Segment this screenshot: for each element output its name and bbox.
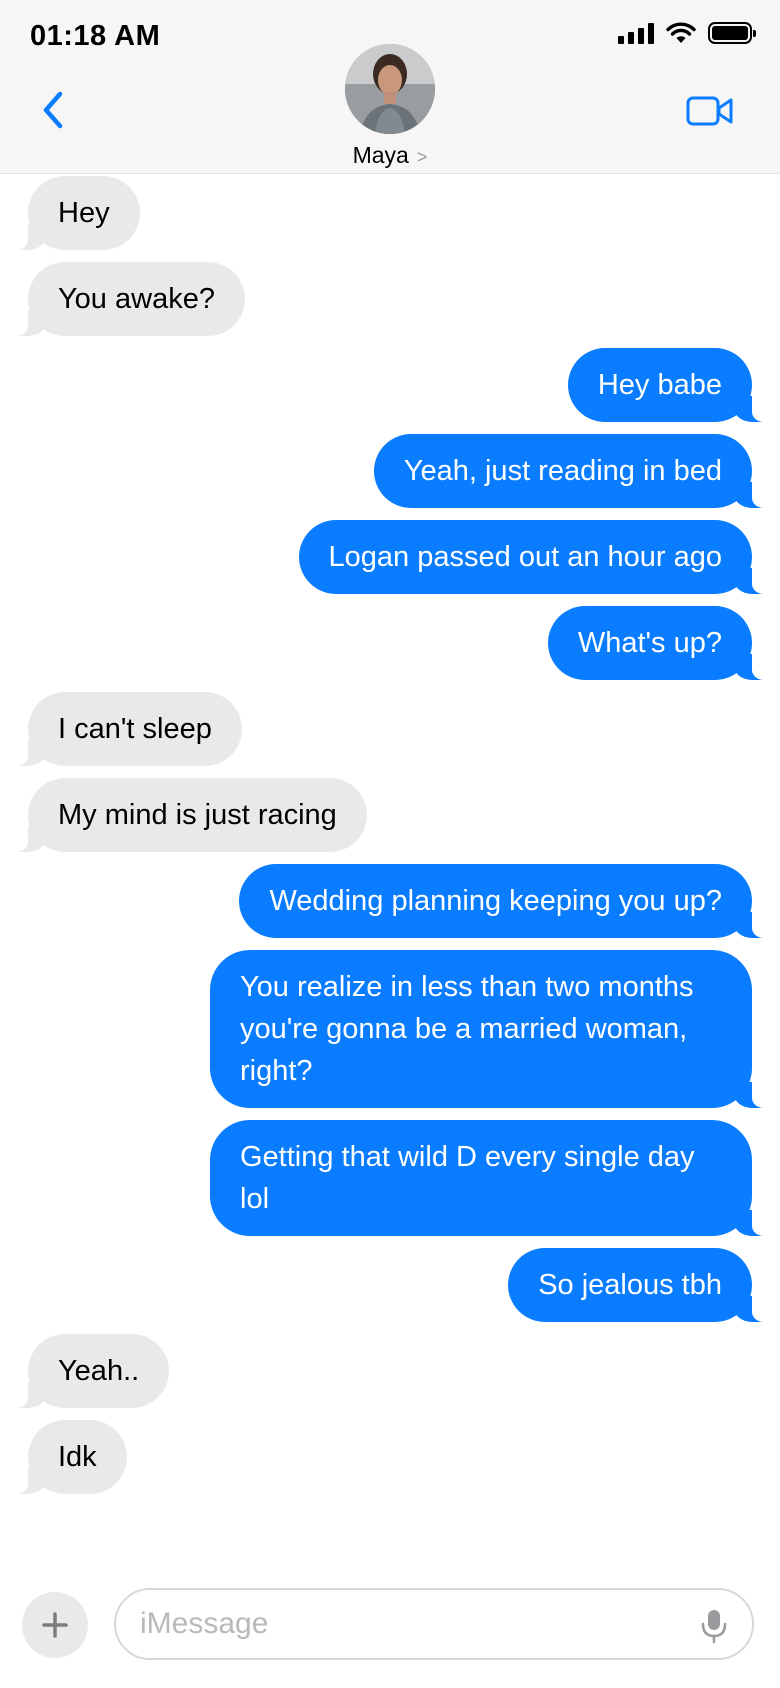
signal-bars-icon	[618, 22, 654, 44]
conversation-header: 01:18 AM Maya >	[0, 0, 780, 174]
outgoing-message-row: So jealous tbh	[0, 1248, 780, 1322]
outgoing-message-row: Hey babe	[0, 348, 780, 422]
contact-photo	[345, 44, 435, 134]
incoming-message-row: Hey	[0, 176, 780, 250]
incoming-message-row: You awake?	[0, 262, 780, 336]
message-composer	[0, 1588, 780, 1688]
outgoing-message-bubble[interactable]: So jealous tbh	[508, 1248, 770, 1322]
wifi-icon	[666, 22, 696, 43]
incoming-message-bubble[interactable]: I can't sleep	[10, 692, 242, 766]
incoming-message-row: Idk	[0, 1420, 780, 1494]
incoming-message-bubble[interactable]: Yeah..	[9, 1334, 170, 1408]
incoming-message-row: I can't sleep	[0, 692, 780, 766]
outgoing-message-row: What's up?	[0, 606, 780, 680]
status-icons	[618, 22, 756, 44]
battery-icon	[708, 22, 756, 44]
outgoing-message-row: You realize in less than two months you'…	[0, 950, 780, 1108]
apps-button[interactable]	[22, 1592, 88, 1658]
outgoing-message-bubble[interactable]: Hey babe	[567, 348, 771, 422]
incoming-message-bubble[interactable]: Hey	[10, 176, 140, 250]
outgoing-message-bubble[interactable]: Getting that wild D every single day lol	[210, 1120, 770, 1236]
incoming-message-bubble[interactable]: Idk	[10, 1420, 127, 1494]
video-camera-icon[interactable]	[686, 94, 734, 128]
outgoing-message-row: Logan passed out an hour ago	[0, 520, 780, 594]
avatar[interactable]	[345, 44, 435, 134]
contact-name-button[interactable]: Maya >	[0, 142, 780, 169]
status-time: 01:18 AM	[30, 20, 161, 52]
incoming-message-bubble[interactable]: My mind is just racing	[10, 778, 367, 852]
message-input-container	[114, 1588, 754, 1660]
outgoing-message-bubble[interactable]: What's up?	[547, 606, 771, 680]
chevron-right-icon: >	[416, 147, 428, 167]
outgoing-message-row: Wedding planning keeping you up?	[0, 864, 780, 938]
incoming-message-row: My mind is just racing	[0, 778, 780, 852]
back-button[interactable]	[36, 88, 70, 132]
outgoing-message-row: Getting that wild D every single day lol	[0, 1120, 780, 1236]
incoming-message-row: Yeah..	[0, 1334, 780, 1408]
incoming-message-bubble[interactable]: You awake?	[10, 262, 245, 336]
outgoing-message-bubble[interactable]: Logan passed out an hour ago	[298, 520, 771, 594]
message-input[interactable]	[140, 1607, 660, 1641]
outgoing-message-bubble[interactable]: Wedding planning keeping you up?	[239, 864, 770, 938]
outgoing-message-row: Yeah, just reading in bed	[0, 434, 780, 508]
plus-icon	[42, 1612, 68, 1638]
microphone-icon[interactable]	[700, 1608, 728, 1644]
outgoing-message-bubble[interactable]: Yeah, just reading in bed	[373, 434, 771, 508]
outgoing-message-bubble[interactable]: You realize in less than two months you'…	[210, 950, 770, 1108]
message-thread: Hey You awake? Hey babe Yeah, just reading …	[0, 176, 780, 1506]
contact-name: Maya	[352, 142, 409, 168]
